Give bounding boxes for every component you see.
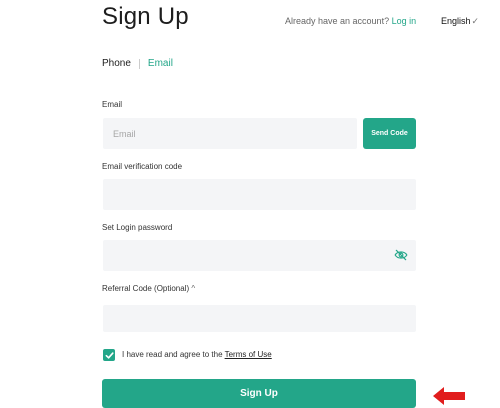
page-title: Sign Up (102, 3, 189, 30)
language-selector[interactable]: English✓ (441, 16, 479, 27)
password-input[interactable] (103, 240, 416, 271)
login-link[interactable]: Log in (392, 16, 417, 26)
login-prompt-text: Already have an account? (285, 16, 390, 26)
terms-of-use-link[interactable]: Terms of Use (225, 350, 272, 359)
chevron-down-icon: ✓ (471, 16, 480, 26)
referral-code-container (103, 305, 416, 332)
agree-checkbox[interactable] (103, 349, 115, 361)
tab-phone[interactable]: Phone (102, 58, 131, 69)
agree-text-prefix: I have read and agree to the (122, 350, 225, 359)
red-arrow-left-icon (433, 387, 465, 405)
email-field-container (103, 118, 357, 149)
chevron-up-icon: ^ (191, 284, 196, 293)
checkmark-icon (105, 351, 114, 359)
verification-code-label: Email verification code (102, 162, 183, 171)
verification-code-container (103, 179, 416, 210)
password-field-container (103, 240, 416, 271)
sign-up-button[interactable]: Sign Up (102, 379, 416, 408)
referral-code-label: Referral Code (Optional) (102, 284, 190, 293)
tab-divider (138, 58, 140, 69)
language-label: English (441, 16, 471, 26)
email-input[interactable] (103, 118, 357, 149)
eye-slash-icon[interactable] (394, 249, 408, 261)
password-label: Set Login password (102, 223, 173, 232)
referral-code-input[interactable] (103, 305, 416, 332)
login-prompt: Already have an account? Log in (285, 16, 416, 26)
email-label: Email (102, 100, 123, 109)
signup-method-tabs: Phone Email (102, 58, 173, 69)
referral-code-toggle[interactable]: Referral Code (Optional) ^ (102, 284, 195, 293)
agree-text: I have read and agree to the Terms of Us… (122, 350, 272, 359)
tab-email[interactable]: Email (148, 58, 173, 69)
verification-code-input[interactable] (103, 179, 416, 210)
send-code-button[interactable]: Send Code (363, 118, 416, 149)
